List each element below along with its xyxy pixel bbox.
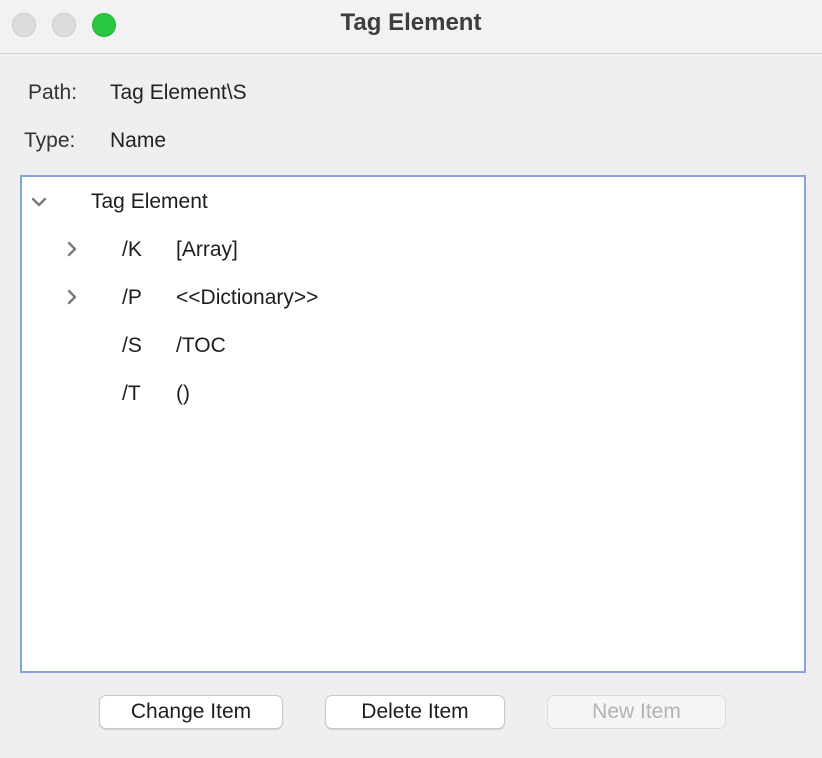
type-label: Type: bbox=[24, 129, 76, 152]
tree-row-key: /S bbox=[122, 334, 142, 357]
tree-row-key: /T bbox=[122, 382, 141, 405]
chevron-down-icon[interactable] bbox=[29, 192, 49, 212]
chevron-right-icon[interactable] bbox=[62, 239, 82, 259]
tree-root-label: Tag Element bbox=[91, 190, 208, 213]
delete-item-button[interactable]: Delete Item bbox=[325, 695, 505, 729]
tree-row-value: [Array] bbox=[176, 238, 238, 261]
tree-row-value: () bbox=[176, 382, 190, 405]
window-title: Tag Element bbox=[340, 9, 482, 36]
new-item-button[interactable]: New Item bbox=[547, 695, 726, 729]
change-item-button[interactable]: Change Item bbox=[99, 695, 283, 729]
tree-row-key: /P bbox=[122, 286, 142, 309]
tree-row-s[interactable]: /S /TOC bbox=[22, 326, 804, 366]
tree-row-value: /TOC bbox=[176, 334, 226, 357]
tree-root-row[interactable]: Tag Element bbox=[22, 182, 804, 222]
tree-row-t[interactable]: /T () bbox=[22, 374, 804, 414]
chevron-right-icon[interactable] bbox=[62, 287, 82, 307]
tree-row-key: /K bbox=[122, 238, 142, 261]
tag-tree-view[interactable]: Tag Element /K [Array] /P <<Dictionary>>… bbox=[20, 175, 806, 673]
path-value: Tag Element\S bbox=[110, 81, 247, 104]
tree-row-k[interactable]: /K [Array] bbox=[22, 230, 804, 270]
tree-row-p[interactable]: /P <<Dictionary>> bbox=[22, 278, 804, 318]
tag-element-window: Tag Element Path: Tag Element\S Type: Na… bbox=[0, 0, 822, 758]
title-bar: Tag Element bbox=[0, 0, 822, 54]
path-label: Path: bbox=[28, 81, 78, 104]
type-value: Name bbox=[110, 129, 167, 152]
tree-row-value: <<Dictionary>> bbox=[176, 286, 319, 309]
